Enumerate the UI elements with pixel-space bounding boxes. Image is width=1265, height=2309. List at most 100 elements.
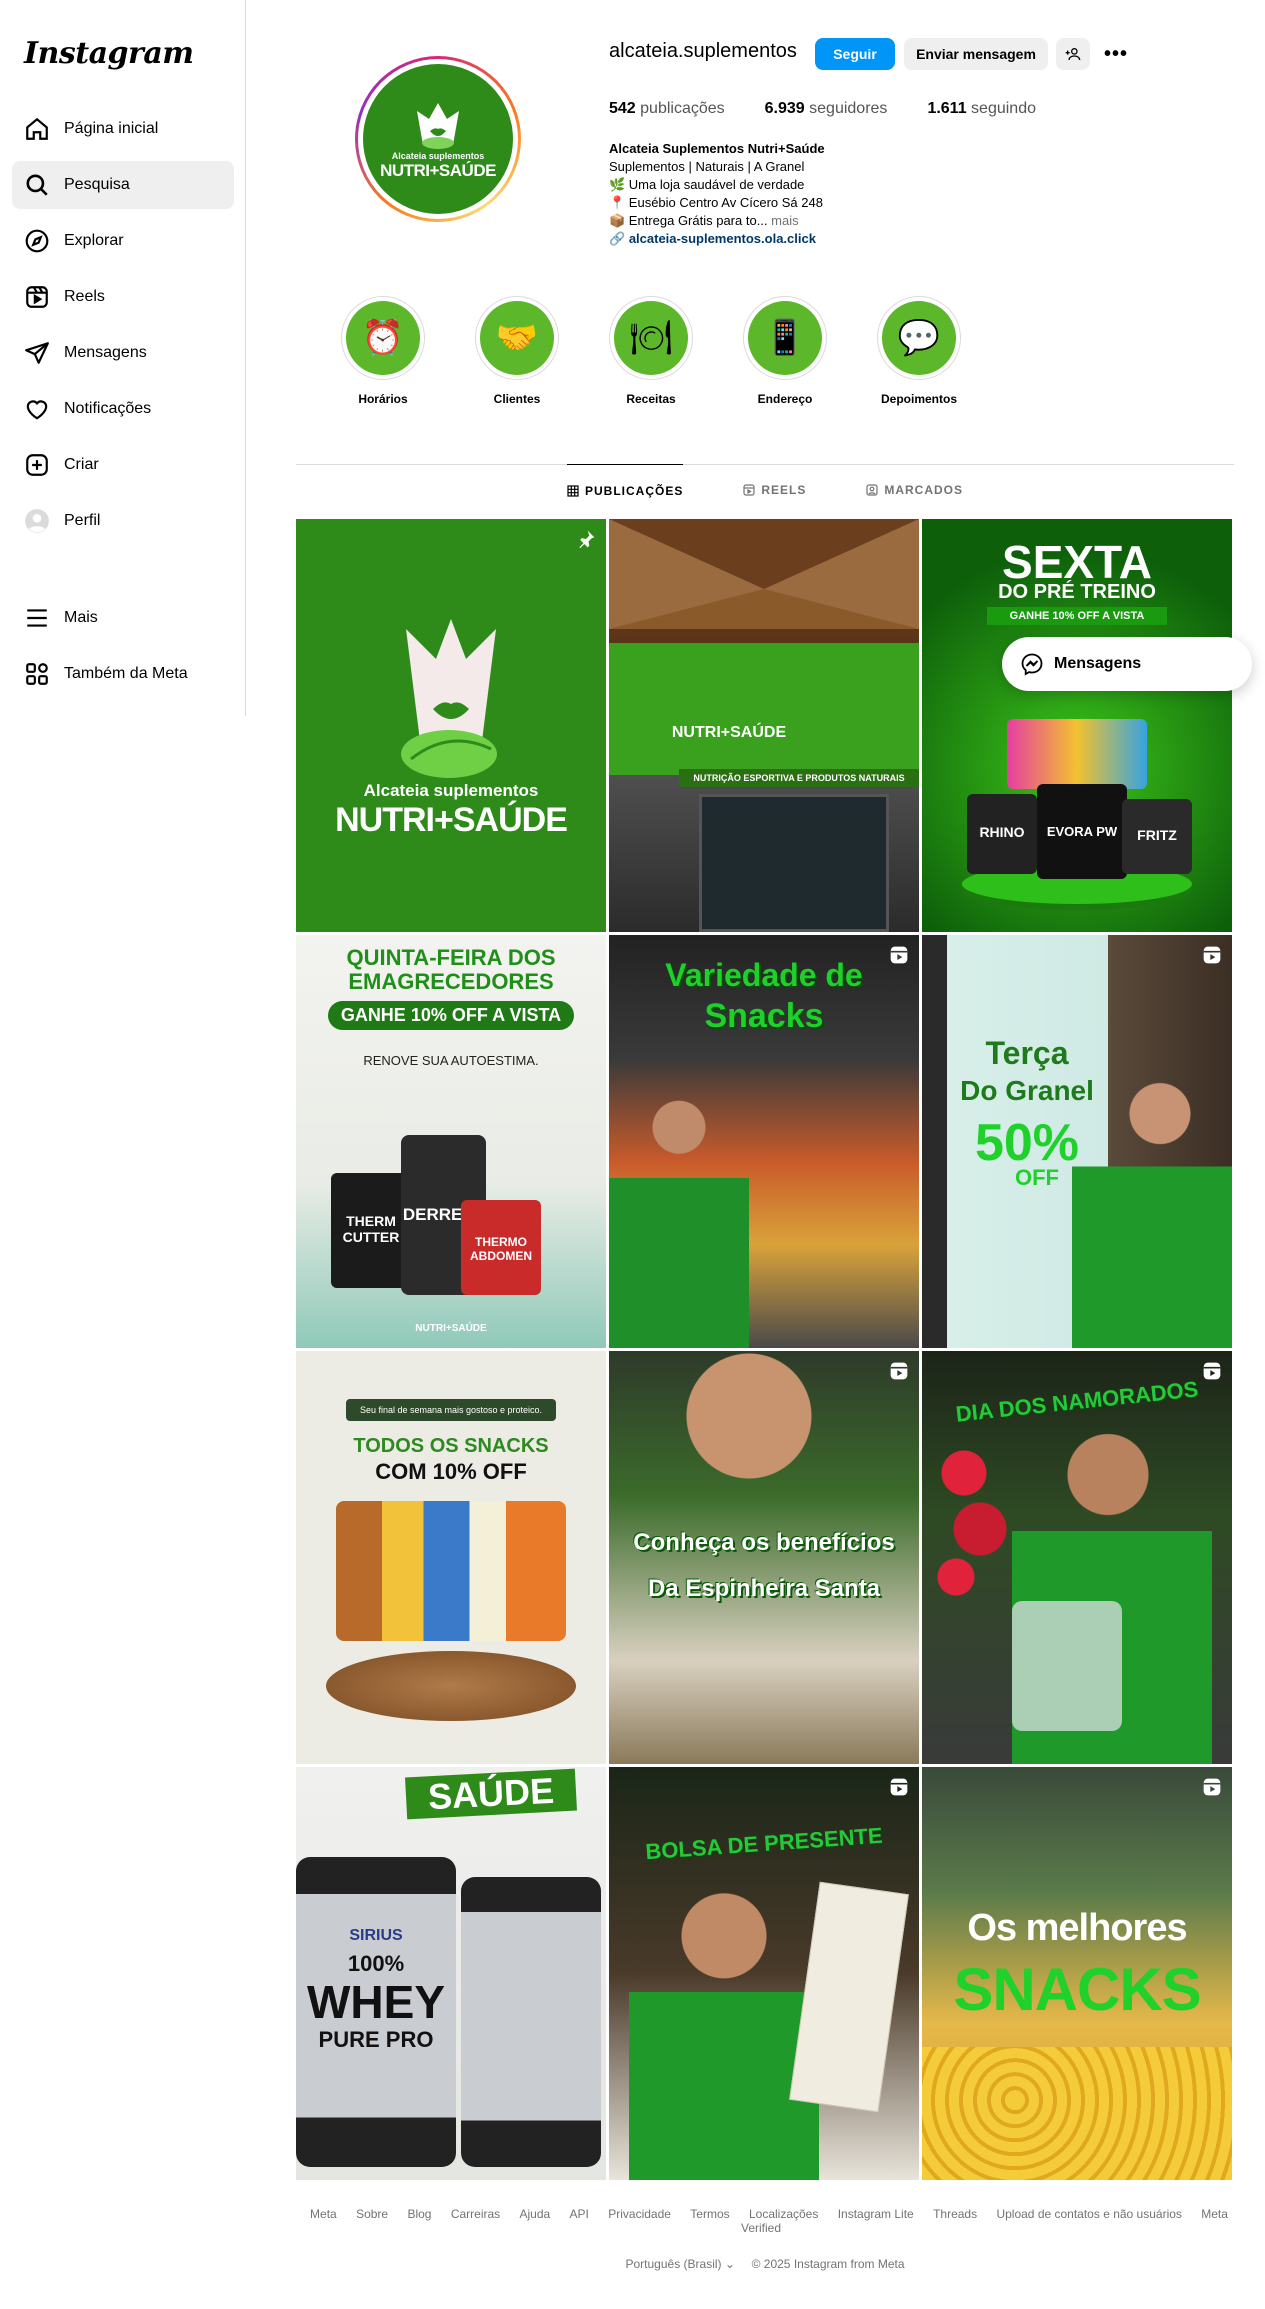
- sidebar-item-label: Notificações: [64, 400, 152, 417]
- person-figure: [609, 1065, 749, 1348]
- banana-chips: [922, 2047, 1232, 2180]
- post-text: BOLSA DE PRESENTE: [644, 1822, 884, 1865]
- plus-square-icon: [24, 452, 50, 478]
- profile-tabs: PUBLICAÇÕES REELS MARCADOS: [296, 464, 1234, 516]
- highlight-label: Horários: [358, 392, 408, 406]
- bio-website-link[interactable]: alcateia-suplementos.ola.click: [629, 231, 816, 246]
- posts-count: 542 publicações: [609, 100, 725, 117]
- send-message-button[interactable]: Enviar mensagem: [904, 38, 1048, 70]
- sidebar-item-label: Mensagens: [64, 344, 147, 361]
- product-tub: [461, 1877, 601, 2167]
- bio-name: Alcateia Suplementos Nutri+Saúde: [609, 141, 825, 156]
- sidebar-item-more[interactable]: Mais: [12, 594, 234, 642]
- tab-reels[interactable]: REELS: [743, 464, 806, 516]
- heart-balloons: [932, 1441, 1012, 1601]
- footer-link[interactable]: Instagram Lite: [838, 2207, 914, 2221]
- bio-line: 📍 Eusébio Centro Av Cícero Sá 248: [609, 195, 823, 210]
- post-tile[interactable]: SEXTA DO PRÉ TREINO GANHE 10% OFF A VIST…: [922, 519, 1232, 932]
- post-text: Da Espinheira Santa: [647, 1575, 881, 1602]
- product-tub: [1007, 719, 1147, 789]
- post-text: SIRIUS: [349, 1927, 403, 1944]
- instagram-logo[interactable]: Instagram: [24, 36, 194, 71]
- messages-floating-button[interactable]: Mensagens: [1002, 637, 1252, 691]
- search-icon: [24, 172, 50, 198]
- post-tile[interactable]: BOLSA DE PRESENTE: [609, 1767, 919, 2180]
- post-tile[interactable]: Os melhores SNACKS: [922, 1767, 1232, 2180]
- footer-link[interactable]: Upload de contatos e não usuários: [996, 2207, 1181, 2221]
- tagged-icon: [866, 484, 878, 496]
- sidebar-item-home[interactable]: Página inicial: [12, 105, 234, 153]
- post-tile[interactable]: Seu final de semana mais gostoso e prote…: [296, 1351, 606, 1764]
- language-selector[interactable]: Português (Brasil) ⌄: [625, 2257, 734, 2271]
- product-tub: THERMO ABDOMEN: [461, 1200, 541, 1295]
- tab-publicacoes[interactable]: PUBLICAÇÕES: [566, 464, 684, 516]
- product-tub: THERM CUTTER: [331, 1173, 411, 1288]
- post-tile[interactable]: Terça Do Granel 50% OFF: [922, 935, 1232, 1348]
- profile-avatar-ring[interactable]: Alcateia suplementos NUTRI+SAÚDE: [355, 56, 521, 222]
- suggest-accounts-button[interactable]: [1056, 38, 1090, 70]
- footer: Meta Sobre Blog Carreiras Ajuda API Priv…: [296, 2207, 1234, 2271]
- post-tile[interactable]: DIA DOS NAMORADOS: [922, 1351, 1232, 1764]
- wolf-logo-icon: [401, 619, 497, 778]
- post-tile[interactable]: NUTRI+SAÚDE NUTRIÇÃO ESPORTIVA E PRODUTO…: [609, 519, 919, 932]
- post-text: COM 10% OFF: [375, 1459, 527, 1484]
- highlight-horarios[interactable]: ⏰ Horários: [338, 296, 428, 406]
- bio-category: Suplementos | Naturais | A Granel: [609, 159, 805, 174]
- roof-shape: [609, 519, 919, 629]
- footer-link[interactable]: Termos: [690, 2207, 729, 2221]
- avatar-icon: [24, 508, 50, 534]
- sidebar-item-profile[interactable]: Perfil: [12, 497, 234, 545]
- post-tile[interactable]: Alcateia suplementos NUTRI+SAÚDE: [296, 519, 606, 932]
- sidebar-item-create[interactable]: Criar: [12, 441, 234, 489]
- footer-link[interactable]: Privacidade: [608, 2207, 671, 2221]
- following-count[interactable]: 1.611 seguindo: [927, 100, 1036, 118]
- direct-icon: [24, 340, 50, 366]
- sidebar-item-reels[interactable]: Reels: [12, 273, 234, 321]
- bio-more-link[interactable]: mais: [771, 213, 798, 228]
- post-text: NUTRI+SAÚDE: [415, 1323, 487, 1334]
- sidebar-item-meta[interactable]: Também da Meta: [12, 650, 234, 698]
- post-tile[interactable]: SAÚDE SIRIUS 100% WHEY PURE PRO: [296, 1767, 606, 2180]
- reel-icon: [890, 1362, 908, 1380]
- more-options-button[interactable]: •••: [1100, 38, 1132, 70]
- post-text: Seu final de semana mais gostoso e prote…: [346, 1399, 556, 1421]
- footer-link[interactable]: Threads: [933, 2207, 977, 2221]
- person-figure: [629, 1867, 819, 2180]
- footer-link[interactable]: Meta: [310, 2207, 337, 2221]
- sidebar-item-label: Também da Meta: [64, 665, 188, 682]
- footer-link[interactable]: Ajuda: [520, 2207, 551, 2221]
- footer-link[interactable]: Localizações: [749, 2207, 818, 2221]
- footer-link[interactable]: Sobre: [356, 2207, 388, 2221]
- highlight-receitas[interactable]: 🍽 Receitas: [606, 296, 696, 406]
- sidebar-item-notifications[interactable]: Notificações: [12, 385, 234, 433]
- post-text: Alcateia suplementos: [363, 781, 539, 800]
- sidebar-item-label: Criar: [64, 456, 99, 473]
- tab-marcados[interactable]: MARCADOS: [866, 464, 963, 516]
- post-tile[interactable]: QUINTA-FEIRA DOS EMAGRECEDORES GANHE 10%…: [296, 935, 606, 1348]
- highlight-endereco[interactable]: 📱 Endereço: [740, 296, 830, 406]
- wolf-logo-icon: [417, 103, 459, 149]
- footer-link[interactable]: Blog: [407, 2207, 431, 2221]
- post-tile[interactable]: Variedade de Snacks: [609, 935, 919, 1348]
- sidebar-item-search[interactable]: Pesquisa: [12, 161, 234, 209]
- storefront-sign: NUTRIÇÃO ESPORTIVA E PRODUTOS NATURAIS: [679, 769, 919, 787]
- reel-icon: [890, 1778, 908, 1796]
- post-tile[interactable]: Conheça os benefícios Da Espinheira Sant…: [609, 1351, 919, 1764]
- footer-link[interactable]: API: [570, 2207, 589, 2221]
- snack-packages: [336, 1501, 566, 1641]
- highlight-clientes[interactable]: 🤝 Clientes: [472, 296, 562, 406]
- followers-count[interactable]: 6.939 seguidores: [765, 100, 888, 118]
- messenger-icon: [1021, 653, 1043, 676]
- highlight-depoimentos[interactable]: 💬 Depoimentos: [874, 296, 964, 406]
- footer-link[interactable]: Carreiras: [451, 2207, 500, 2221]
- footer-bottom: Português (Brasil) ⌄ © 2025 Instagram fr…: [296, 2257, 1234, 2271]
- reels-icon: [24, 284, 50, 310]
- reels-icon: [743, 484, 755, 496]
- sidebar-item-explore[interactable]: Explorar: [12, 217, 234, 265]
- grid-icon: [567, 484, 579, 497]
- reel-icon: [1203, 1778, 1221, 1796]
- post-text: GANHE 10% OFF A VISTA: [328, 1001, 574, 1030]
- sidebar-item-messages[interactable]: Mensagens: [12, 329, 234, 377]
- product-tub-rhino: RHINO: [967, 794, 1037, 874]
- follow-button[interactable]: Seguir: [815, 38, 895, 70]
